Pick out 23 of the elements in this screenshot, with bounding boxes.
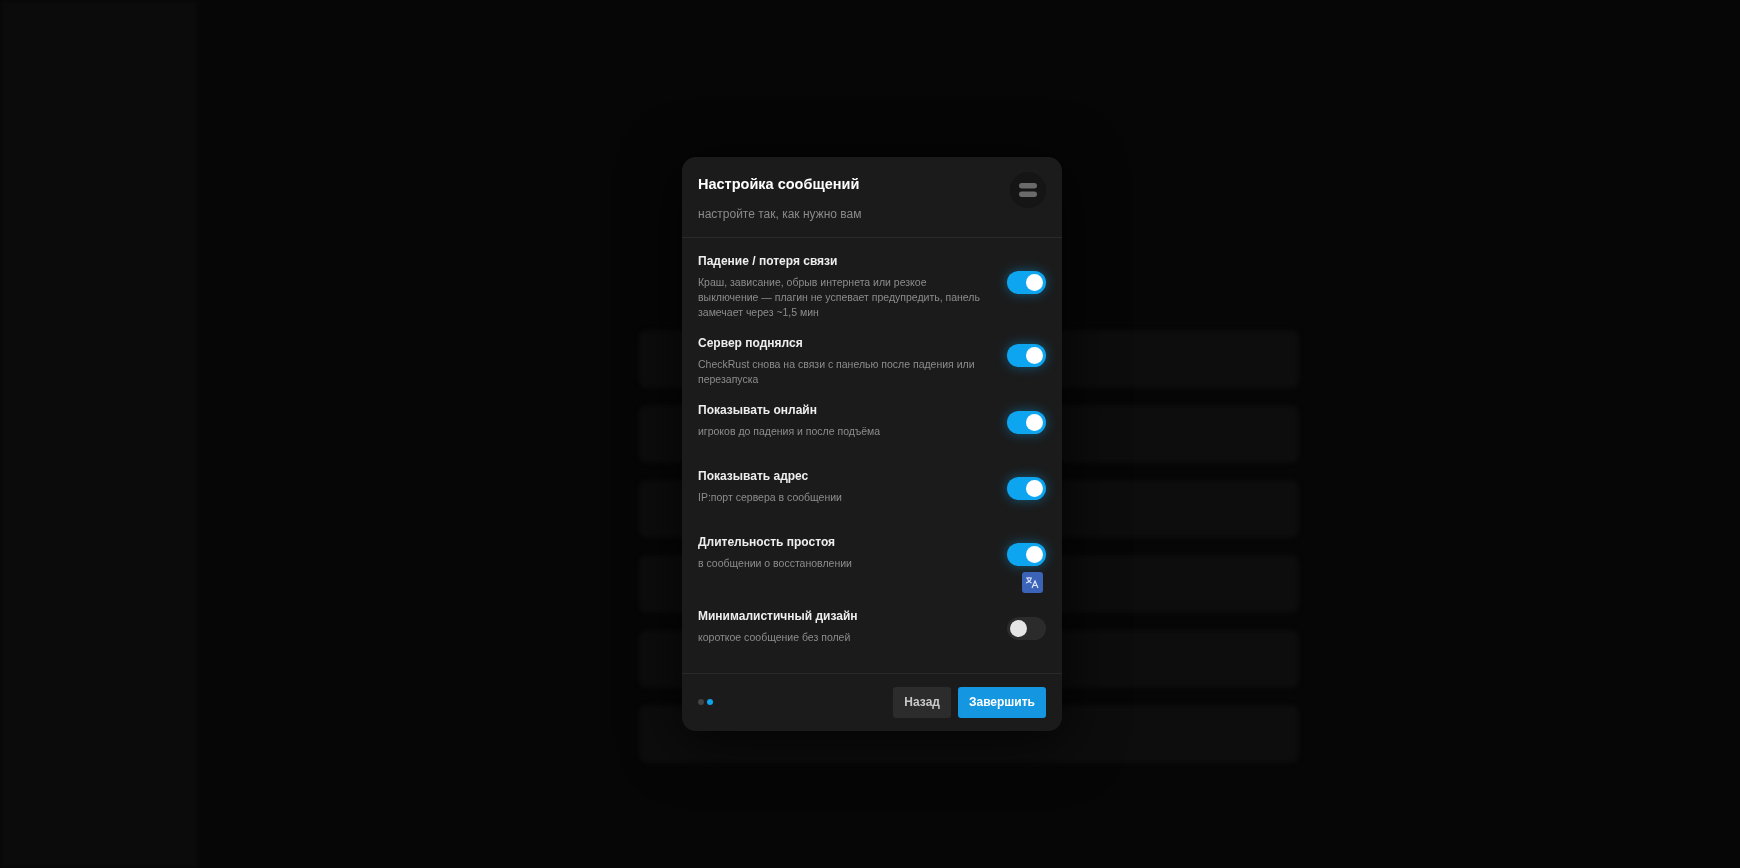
option-label: Падение / потеря связи (698, 252, 839, 270)
toggle-switch[interactable] (1007, 616, 1046, 640)
option-label: Показывать адрес (698, 467, 810, 485)
option-description: короткое сообщение без полей (698, 629, 852, 645)
toggle-switch[interactable] (1007, 270, 1046, 294)
option-description: Краш, зависание, обрыв интернета или резкое выключение — плагин не успевает предупредить, панель замечает через ~1,5 мин (698, 274, 981, 320)
server-icon (1010, 172, 1046, 208)
toggle-switch[interactable] (1007, 542, 1046, 566)
option-label: Сервер поднялся (698, 334, 804, 352)
toggle-switch[interactable] (1007, 343, 1046, 367)
dialog-title: Настройка сообщений (698, 175, 861, 194)
option-label: Минималистичный дизайн (698, 607, 859, 625)
toggle-switch[interactable] (1007, 410, 1046, 434)
option-description: в сообщении о восстановлении (698, 555, 853, 571)
back-button[interactable]: Назад (893, 686, 951, 718)
toggle-switch[interactable] (1007, 476, 1046, 500)
option-label: Длительность простоя (698, 533, 837, 551)
option-description: CheckRust снова на связи с панелью после падения или перезапуска (698, 356, 976, 387)
dialog-subtitle: настройте так, как нужно вам (698, 205, 862, 223)
translate-icon[interactable] (1022, 571, 1043, 593)
option-label: Показывать онлайн (698, 401, 818, 419)
option-description: IP:порт сервера в сообщении (698, 489, 843, 505)
option-description: игроков до падения и после подъёма (698, 423, 882, 439)
